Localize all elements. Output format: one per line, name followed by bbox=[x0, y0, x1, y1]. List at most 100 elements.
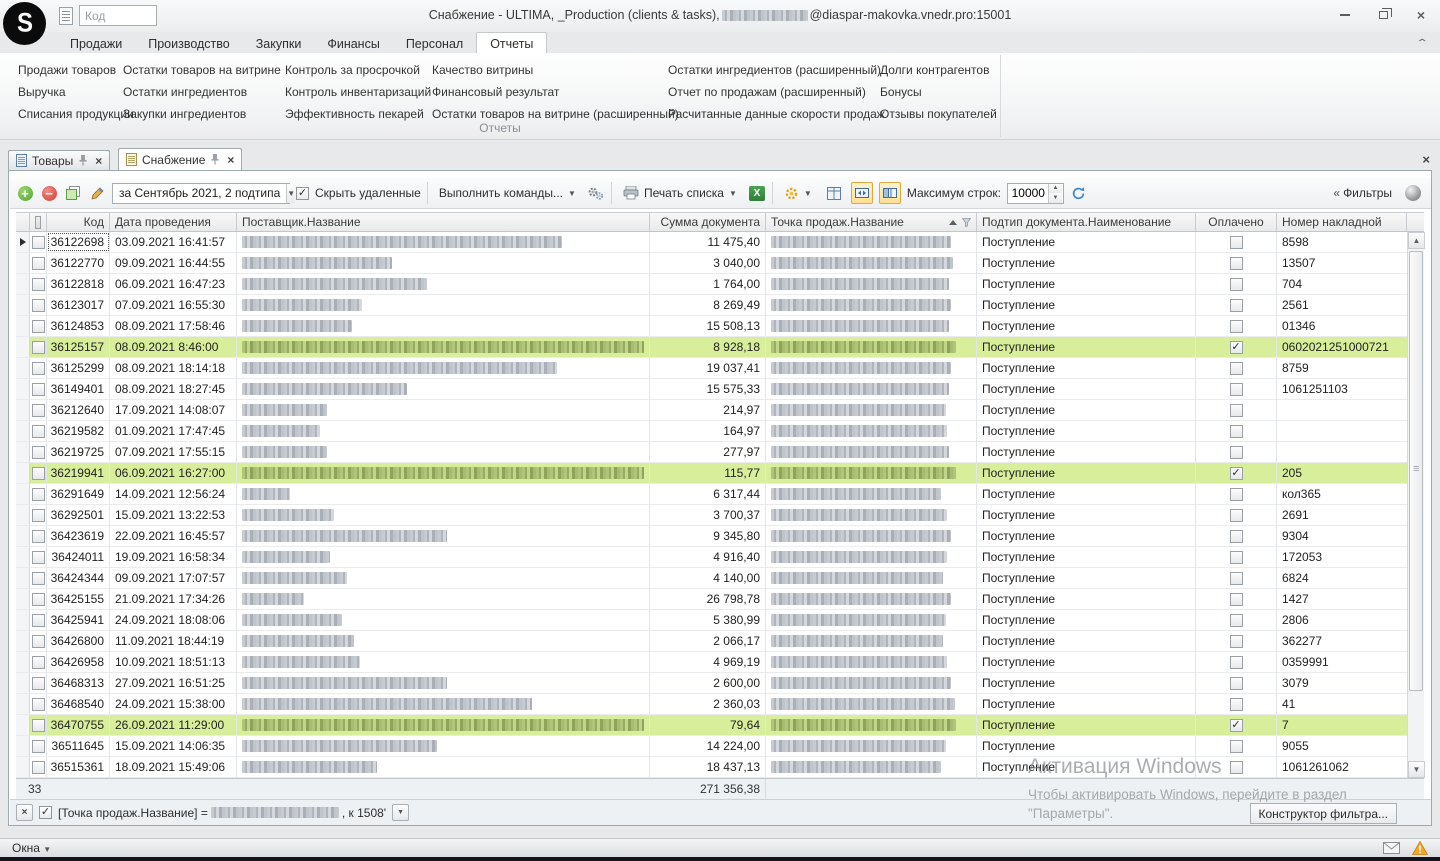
paid-checkbox[interactable] bbox=[1230, 530, 1243, 543]
table-row[interactable]: 3621264017.09.2021 14:08:07214,97Поступл… bbox=[16, 400, 1424, 421]
paid-checkbox[interactable] bbox=[1230, 740, 1243, 753]
period-filter-combobox[interactable]: за Сентябрь 2021, 2 подтипа ▼ bbox=[112, 183, 290, 204]
cell-date[interactable]: 08.09.2021 8:46:00 bbox=[110, 337, 237, 357]
row-select-checkbox[interactable] bbox=[32, 530, 45, 543]
cell-sales-point[interactable] bbox=[766, 484, 977, 504]
cell-code[interactable]: 36425155 bbox=[47, 589, 110, 609]
cell-date[interactable]: 07.09.2021 16:55:30 bbox=[110, 295, 237, 315]
cell-amount[interactable]: 164,97 bbox=[650, 421, 766, 441]
table-row[interactable]: 3642594124.09.2021 18:08:065 380,99Посту… bbox=[16, 610, 1424, 631]
cell-sales-point[interactable] bbox=[766, 652, 977, 672]
cell-code[interactable]: 36515361 bbox=[47, 757, 110, 777]
cell-subtype[interactable]: Поступление bbox=[977, 379, 1196, 399]
cell-code[interactable]: 36468313 bbox=[47, 673, 110, 693]
doc-tab-Снабжение[interactable]: Снабжение× bbox=[118, 148, 242, 170]
cell-supplier[interactable] bbox=[237, 694, 650, 714]
cell-subtype[interactable]: Поступление bbox=[977, 610, 1196, 630]
row-select-checkbox[interactable] bbox=[32, 677, 45, 690]
cell-date[interactable]: 03.09.2021 16:41:57 bbox=[110, 232, 237, 252]
cell-supplier[interactable] bbox=[237, 253, 650, 273]
cell-code[interactable]: 36219941 bbox=[47, 463, 110, 483]
cell-invoice-number[interactable]: 8598 bbox=[1277, 232, 1407, 252]
menu-tab-Персонал[interactable]: Персонал bbox=[393, 32, 476, 53]
ribbon-item[interactable]: Отзывы покупателей bbox=[880, 103, 997, 125]
cell-date[interactable]: 18.09.2021 15:49:06 bbox=[110, 757, 237, 777]
ribbon-item[interactable]: Выручка bbox=[18, 81, 134, 103]
cell-date[interactable]: 09.09.2021 17:07:57 bbox=[110, 568, 237, 588]
table-row[interactable]: 3621994106.09.2021 16:27:00115,77Поступл… bbox=[16, 463, 1424, 484]
paid-checkbox[interactable] bbox=[1230, 320, 1243, 333]
cell-supplier[interactable] bbox=[237, 316, 650, 336]
filter-enabled-checkbox[interactable] bbox=[39, 806, 52, 819]
doc-tab-Товары[interactable]: Товары× bbox=[8, 150, 110, 170]
row-select-checkbox[interactable] bbox=[32, 656, 45, 669]
cell-subtype[interactable]: Поступление bbox=[977, 232, 1196, 252]
cell-code[interactable]: 36292501 bbox=[47, 505, 110, 525]
table-row[interactable]: 3642401119.09.2021 16:58:344 916,40Посту… bbox=[16, 547, 1424, 568]
cell-supplier[interactable] bbox=[237, 652, 650, 672]
cell-subtype[interactable]: Поступление bbox=[977, 694, 1196, 714]
paid-checkbox[interactable] bbox=[1230, 257, 1243, 270]
paid-checkbox[interactable] bbox=[1230, 677, 1243, 690]
cell-code[interactable]: 36122770 bbox=[47, 253, 110, 273]
ribbon-item[interactable]: Эффективность пекарей bbox=[285, 103, 431, 125]
cell-date[interactable]: 14.09.2021 12:56:24 bbox=[110, 484, 237, 504]
paid-checkbox[interactable] bbox=[1230, 572, 1243, 585]
execute-commands-button[interactable]: Выполнить команды... ▼ bbox=[434, 184, 581, 202]
tab-pin-icon[interactable] bbox=[210, 154, 220, 165]
column-header-5[interactable]: Точка продаж.Название bbox=[766, 213, 977, 231]
cell-code[interactable]: 36426958 bbox=[47, 652, 110, 672]
table-row[interactable]: 3651164515.09.2021 14:06:3514 224,00Пост… bbox=[16, 736, 1424, 757]
cell-supplier[interactable] bbox=[237, 673, 650, 693]
edit-record-button[interactable] bbox=[88, 184, 106, 202]
delete-record-button[interactable]: − bbox=[40, 184, 58, 202]
cell-amount[interactable]: 19 037,41 bbox=[650, 358, 766, 378]
cell-code[interactable]: 36424344 bbox=[47, 568, 110, 588]
cell-subtype[interactable]: Поступление bbox=[977, 547, 1196, 567]
cell-amount[interactable]: 115,77 bbox=[650, 463, 766, 483]
row-select-checkbox[interactable] bbox=[32, 341, 45, 354]
copy-record-button[interactable] bbox=[64, 184, 82, 202]
table-row[interactable]: 3642680011.09.2021 18:44:192 066,17Посту… bbox=[16, 631, 1424, 652]
tab-pin-icon[interactable] bbox=[78, 155, 88, 166]
paid-checkbox[interactable] bbox=[1230, 551, 1243, 564]
cell-subtype[interactable]: Поступление bbox=[977, 505, 1196, 525]
cell-sales-point[interactable] bbox=[766, 442, 977, 462]
cell-date[interactable]: 15.09.2021 13:22:53 bbox=[110, 505, 237, 525]
cell-supplier[interactable] bbox=[237, 757, 650, 777]
status-sphere-icon[interactable] bbox=[1405, 185, 1421, 201]
row-select-checkbox[interactable] bbox=[32, 698, 45, 711]
cell-code[interactable]: 36125299 bbox=[47, 358, 110, 378]
ribbon-item[interactable]: Остатки товаров на витрине (расширенный) bbox=[432, 103, 679, 125]
cell-invoice-number[interactable]: 9304 bbox=[1277, 526, 1407, 546]
paid-checkbox[interactable] bbox=[1230, 341, 1243, 354]
cell-sales-point[interactable] bbox=[766, 673, 977, 693]
cell-invoice-number[interactable] bbox=[1277, 442, 1407, 462]
paid-checkbox[interactable] bbox=[1230, 425, 1243, 438]
cell-sales-point[interactable] bbox=[766, 274, 977, 294]
column-header-6[interactable]: Подтип документа.Наименование bbox=[977, 213, 1196, 231]
row-select-checkbox[interactable] bbox=[32, 635, 45, 648]
cell-invoice-number[interactable]: 3079 bbox=[1277, 673, 1407, 693]
cell-invoice-number[interactable]: 6824 bbox=[1277, 568, 1407, 588]
ribbon-item[interactable]: Расчитанные данные скорости продаж bbox=[668, 103, 885, 125]
vertical-scrollbar[interactable]: ▲ ▼ bbox=[1407, 232, 1424, 778]
row-select-checkbox[interactable] bbox=[32, 425, 45, 438]
cell-sales-point[interactable] bbox=[766, 547, 977, 567]
cell-supplier[interactable] bbox=[237, 379, 650, 399]
tab-close-icon[interactable]: × bbox=[227, 153, 234, 167]
export-excel-button[interactable]: X bbox=[748, 184, 766, 202]
cell-date[interactable]: 08.09.2021 18:14:18 bbox=[110, 358, 237, 378]
cell-invoice-number[interactable]: 41 bbox=[1277, 694, 1407, 714]
table-row[interactable]: 3651536118.09.2021 15:49:0618 437,13Пост… bbox=[16, 757, 1424, 778]
cell-subtype[interactable]: Поступление bbox=[977, 400, 1196, 420]
ribbon-item[interactable]: Остатки товаров на витрине bbox=[123, 59, 281, 81]
cell-subtype[interactable]: Поступление bbox=[977, 631, 1196, 651]
cell-supplier[interactable] bbox=[237, 589, 650, 609]
cell-subtype[interactable]: Поступление bbox=[977, 757, 1196, 777]
column-header-8[interactable]: Номер накладной bbox=[1277, 213, 1407, 231]
row-select-checkbox[interactable] bbox=[32, 383, 45, 396]
cell-sales-point[interactable] bbox=[766, 463, 977, 483]
print-list-button[interactable]: Печать списка ▼ bbox=[618, 184, 742, 202]
cell-supplier[interactable] bbox=[237, 295, 650, 315]
